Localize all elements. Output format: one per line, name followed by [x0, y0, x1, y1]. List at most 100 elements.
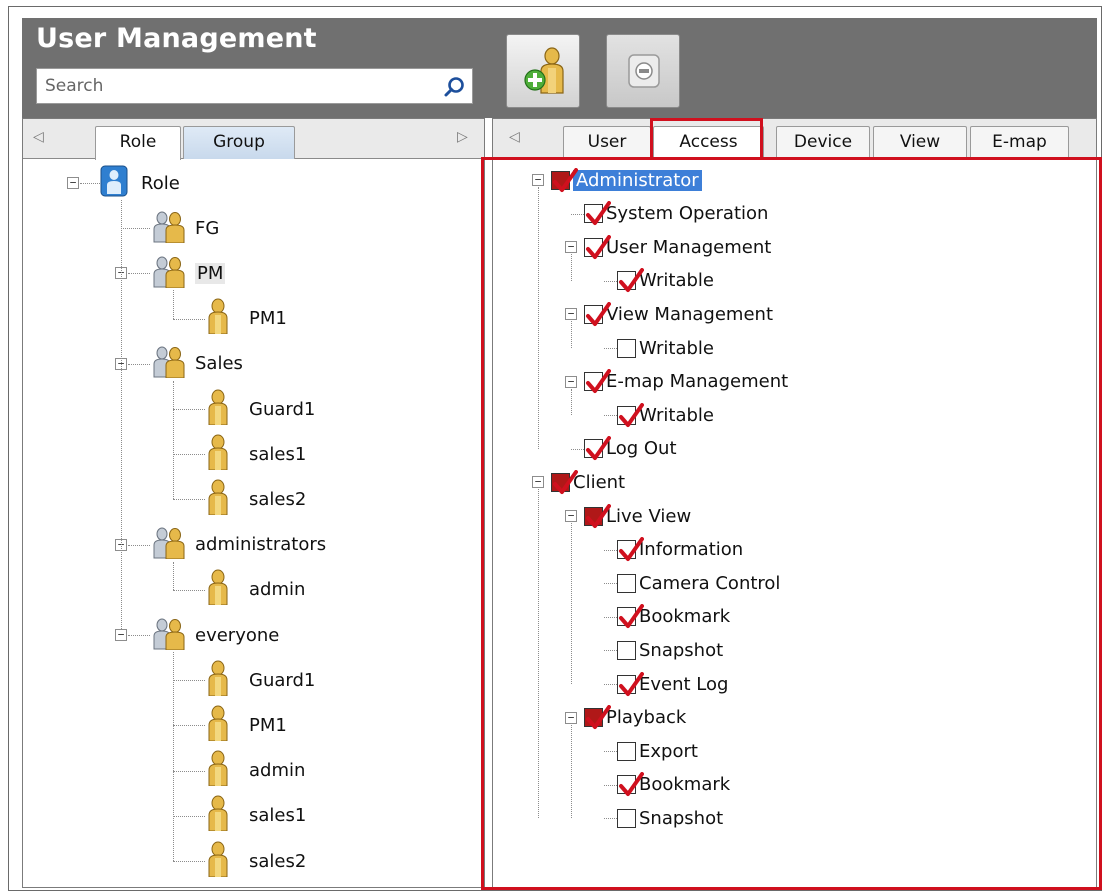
collapse-toggle-icon[interactable]: − [565, 308, 577, 321]
role-group-node[interactable]: Sales [151, 346, 243, 381]
tree-connector [604, 684, 617, 685]
add-user-button[interactable] [506, 34, 580, 108]
remove-user-button[interactable] [606, 34, 680, 108]
tab-scroll-left-icon[interactable]: ◁ [33, 129, 44, 145]
permission-checkbox[interactable] [617, 338, 636, 358]
permission-checkbox[interactable] [617, 808, 636, 828]
access-node[interactable]: Bookmark [617, 768, 730, 802]
role-root[interactable]: Role [99, 164, 180, 203]
access-node[interactable]: System Operation [584, 197, 768, 231]
access-node[interactable]: Export [617, 734, 698, 768]
permission-checkbox[interactable] [617, 671, 644, 696]
permission-checkbox[interactable] [617, 537, 644, 562]
permission-checkbox[interactable] [551, 469, 578, 494]
collapse-toggle-icon[interactable]: − [565, 375, 577, 388]
permission-checkbox[interactable] [617, 268, 644, 293]
permission-label: Log Out [606, 438, 677, 460]
permission-label: Writable [639, 404, 714, 426]
permission-checkbox[interactable] [617, 640, 636, 660]
role-group-node[interactable]: FG [151, 211, 219, 245]
role-panel: ◁ Role Group ▷ Role − FG PM − PM1 Sales − Guard1… [22, 118, 485, 888]
role-group-node[interactable]: administrators [151, 527, 327, 562]
role-root-icon [99, 164, 129, 203]
permission-checkbox[interactable] [584, 503, 611, 528]
tab-view[interactable]: View [873, 126, 967, 159]
access-node[interactable]: Log Out [584, 432, 677, 466]
permission-label: Writable [639, 270, 714, 292]
access-node[interactable]: E-map Management [584, 365, 788, 399]
tree-node-label: sales1 [249, 443, 307, 465]
tree-connector [173, 499, 205, 501]
access-node[interactable]: View Management [584, 297, 773, 331]
access-node[interactable]: Live View [584, 499, 691, 533]
role-user-node[interactable]: sales1 [205, 434, 307, 471]
tree-connector [121, 200, 122, 629]
permission-checkbox[interactable] [584, 705, 611, 730]
role-user-node[interactable]: sales2 [205, 841, 306, 878]
access-node[interactable]: Playback [584, 701, 686, 735]
tree-connector [173, 290, 174, 319]
role-user-node[interactable]: sales2 [205, 479, 306, 516]
access-node[interactable]: Information [617, 533, 743, 567]
access-node[interactable]: Client [551, 465, 625, 499]
tree-node-label: Role [141, 172, 180, 194]
access-node[interactable]: Writable [617, 264, 714, 298]
tab-access[interactable]: Access [653, 126, 764, 160]
role-group-node[interactable]: everyone [151, 618, 279, 652]
role-user-node[interactable]: Guard1 [205, 389, 315, 426]
tree-connector [128, 635, 150, 636]
role-user-node[interactable]: PM1 [205, 705, 287, 742]
permission-checkbox[interactable] [617, 604, 644, 629]
tree-node-label: PM1 [249, 714, 287, 736]
permission-checkbox[interactable] [617, 573, 636, 593]
permission-checkbox[interactable] [617, 772, 644, 797]
collapse-toggle-icon[interactable]: − [532, 476, 544, 489]
access-node[interactable]: Writable [617, 398, 714, 432]
access-node[interactable]: User Management [584, 230, 771, 264]
role-user-node[interactable]: admin [205, 569, 305, 607]
access-node[interactable]: Writable [617, 331, 714, 365]
permission-checkbox[interactable] [584, 369, 611, 394]
access-node[interactable]: Snapshot [617, 633, 723, 667]
collapse-toggle-icon[interactable]: − [67, 177, 79, 189]
remove-user-icon [628, 54, 660, 88]
permission-checkbox[interactable] [617, 402, 644, 427]
role-user-node[interactable]: sales1 [205, 795, 306, 833]
tree-connector [604, 650, 617, 652]
tree-connector [173, 680, 205, 682]
role-user-node[interactable]: PM1 [205, 298, 287, 336]
permission-checkbox[interactable] [617, 741, 636, 761]
collapse-toggle-icon[interactable]: − [565, 510, 577, 522]
permission-checkbox[interactable] [584, 201, 611, 226]
permission-checkbox[interactable] [584, 301, 611, 326]
tab-emap[interactable]: E-map [970, 126, 1069, 159]
role-user-node[interactable]: Guard1 [205, 660, 315, 697]
collapse-toggle-icon[interactable]: − [565, 711, 577, 724]
tree-connector [604, 818, 617, 820]
access-node[interactable]: Camera Control [617, 566, 780, 600]
tab-role[interactable]: Role [95, 126, 181, 160]
collapse-toggle-icon[interactable]: − [565, 241, 577, 254]
tab-scroll-right-icon[interactable]: ▷ [457, 129, 468, 145]
collapse-toggle-icon[interactable]: − [532, 174, 544, 186]
tab-scroll-left-icon[interactable]: ◁ [509, 129, 520, 145]
collapse-toggle-icon[interactable]: − [115, 629, 127, 641]
permission-checkbox[interactable] [551, 167, 578, 192]
access-node[interactable]: Snapshot [617, 801, 723, 835]
tab-user[interactable]: User [563, 126, 651, 159]
search-icon[interactable] [442, 74, 468, 100]
access-node[interactable]: Administrator [551, 163, 702, 197]
permission-checkbox[interactable] [584, 436, 611, 461]
role-group-node[interactable]: PM [151, 256, 226, 290]
access-node[interactable]: Bookmark [617, 600, 730, 634]
tree-connector [173, 861, 205, 862]
search-input[interactable] [37, 69, 437, 103]
permission-checkbox[interactable] [584, 234, 611, 259]
group-icon [151, 209, 187, 248]
access-node[interactable]: Event Log [617, 667, 728, 701]
permission-label: User Management [606, 236, 772, 258]
tree-node-label: administrators [195, 534, 327, 556]
role-user-node[interactable]: admin [205, 750, 305, 788]
tab-group[interactable]: Group [183, 126, 295, 159]
tab-device[interactable]: Device [776, 126, 870, 159]
